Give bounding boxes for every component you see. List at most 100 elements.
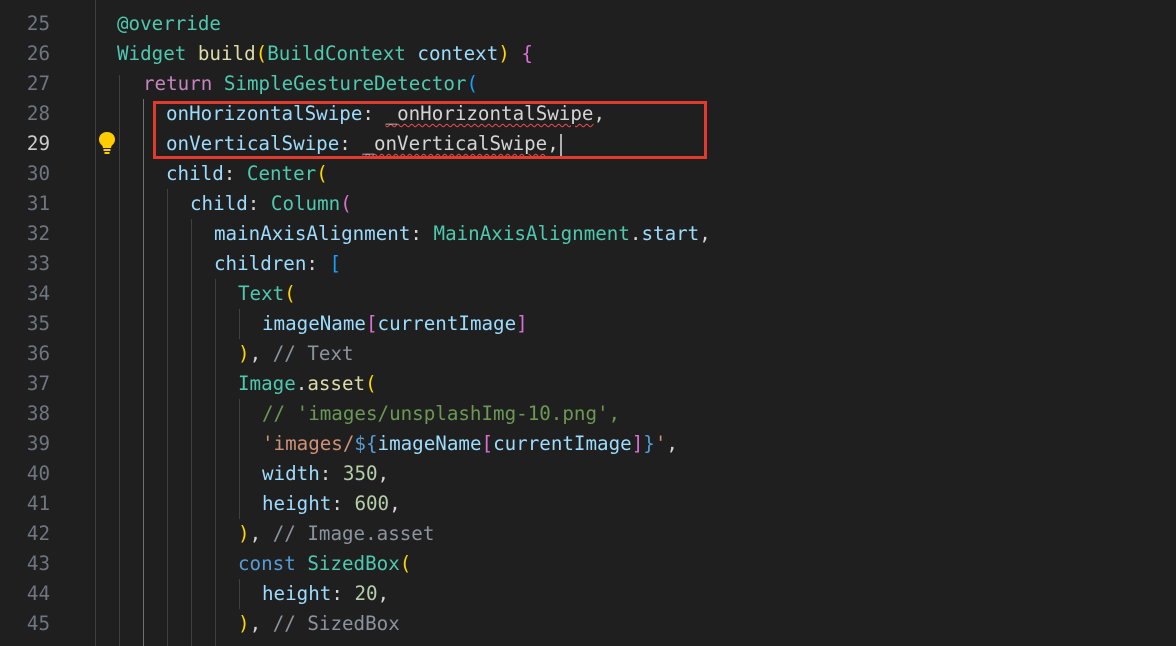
line-number: 26	[26, 42, 50, 65]
class-token: Image	[238, 372, 296, 395]
line-number-active: 29	[26, 132, 50, 155]
member-token: start	[641, 222, 700, 245]
code-line-41: height: 600,	[262, 489, 401, 519]
dot-token: .	[295, 372, 308, 395]
bracket-token: ]	[631, 432, 644, 455]
paren-token: (	[466, 72, 479, 95]
colon-token: :	[306, 252, 318, 275]
string-token: '	[654, 432, 667, 455]
indent-guide	[95, 0, 96, 646]
line-number: 34	[26, 282, 50, 305]
variable-token: imageName	[262, 312, 366, 335]
brace-token: {	[521, 42, 533, 65]
method-token: build	[197, 42, 256, 65]
line-number-gutter: 25 26 27 28 29 30 31 32 33 34 35 36 37 3…	[0, 0, 76, 646]
property-token: height	[262, 582, 332, 605]
paren-token: (	[399, 552, 412, 575]
variable-token: imageName	[377, 432, 482, 455]
comma-token: ,	[699, 222, 711, 245]
indent-guide	[239, 309, 240, 339]
line-number: 28	[26, 102, 50, 125]
code-line-34: Text(	[238, 279, 296, 309]
class-token: SimpleGestureDetector	[223, 72, 467, 95]
line-number: 33	[26, 252, 50, 275]
code-area[interactable]: @override Widget build(BuildContext cont…	[95, 0, 1176, 646]
interpolation-token: ${	[354, 432, 378, 455]
code-line-40: width: 350,	[262, 459, 389, 489]
property-token: height	[262, 492, 332, 515]
comma-token: ,	[389, 492, 401, 515]
code-line-36: ), // Text	[238, 339, 354, 369]
code-line-26: Widget build(BuildContext context) {	[117, 39, 533, 69]
class-token: MainAxisAlignment	[433, 222, 630, 245]
class-token: Column	[270, 192, 341, 215]
code-editor[interactable]: 25 26 27 28 29 30 31 32 33 34 35 36 37 3…	[0, 0, 1176, 646]
line-number: 45	[26, 612, 50, 635]
comment-token: // Image.asset	[272, 522, 435, 545]
bracket-token: [	[481, 432, 494, 455]
bracket-token: ]	[516, 312, 528, 335]
line-number: 43	[26, 552, 50, 575]
line-number: 25	[26, 12, 50, 35]
variable-token: currentImage	[493, 432, 632, 455]
paren-token: (	[340, 192, 352, 215]
line-number: 37	[26, 372, 50, 395]
number-token: 600	[354, 492, 390, 515]
line-number: 31	[26, 192, 50, 215]
code-line-37: Image.asset(	[238, 369, 377, 399]
class-token: SizedBox	[307, 552, 400, 575]
line-number: 36	[26, 342, 50, 365]
code-line-33: children: [	[214, 249, 341, 279]
line-number: 35	[26, 312, 50, 335]
colon-token: :	[223, 162, 236, 185]
comma-token: ,	[377, 582, 390, 605]
paren-token: (	[316, 162, 328, 185]
bracket-token: [	[365, 312, 378, 335]
paren-token: (	[255, 42, 268, 65]
indent-guide	[239, 399, 240, 519]
property-token: child	[166, 162, 224, 185]
colon-token: :	[331, 582, 343, 605]
type-token: Widget	[117, 42, 187, 65]
param-token: context	[417, 42, 499, 65]
comment-token: // Text	[272, 342, 354, 365]
colon-token: :	[319, 462, 332, 485]
code-line-45: ), // SizedBox	[238, 609, 400, 639]
code-line-39: 'images/${imageName[currentImage]}',	[262, 429, 678, 459]
property-token: children	[214, 252, 307, 275]
keyword-token: return	[143, 72, 213, 95]
keyword-token: const	[238, 552, 296, 575]
line-number: 38	[26, 402, 50, 425]
class-token: Text	[238, 282, 285, 305]
line-number: 41	[26, 492, 50, 515]
indent-guide	[215, 279, 216, 646]
line-number: 27	[26, 72, 50, 95]
type-token: BuildContext	[267, 42, 406, 65]
indent-guide	[143, 99, 144, 646]
dot-token: .	[629, 222, 642, 245]
code-line-38: // 'images/unsplashImg-10.png',	[262, 399, 620, 429]
paren-token: (	[284, 282, 296, 305]
property-token: mainAxisAlignment	[214, 222, 411, 245]
comment-token: // 'images/unsplashImg-10.png',	[262, 402, 621, 425]
annotation-token: @override	[117, 12, 221, 35]
string-token: 'images/	[262, 432, 355, 455]
code-line-42: ), // Image.asset	[238, 519, 434, 549]
indent-guide	[239, 579, 240, 609]
code-line-25: @override	[117, 9, 221, 39]
colon-token: :	[247, 192, 260, 215]
paren-token: (	[365, 372, 377, 395]
paren-token: )	[238, 342, 250, 365]
paren-token: )	[238, 612, 250, 635]
line-number: 39	[26, 432, 50, 455]
code-line-31: child: Column(	[190, 189, 352, 219]
class-token: Center	[246, 162, 317, 185]
colon-token: :	[410, 222, 422, 245]
line-number: 44	[26, 582, 50, 605]
number-token: 20	[354, 582, 378, 605]
code-line-44: height: 20,	[262, 579, 389, 609]
comma-token: ,	[249, 342, 262, 365]
line-number: 30	[26, 162, 50, 185]
bracket-token: [	[329, 252, 342, 275]
comma-token: ,	[666, 432, 678, 455]
